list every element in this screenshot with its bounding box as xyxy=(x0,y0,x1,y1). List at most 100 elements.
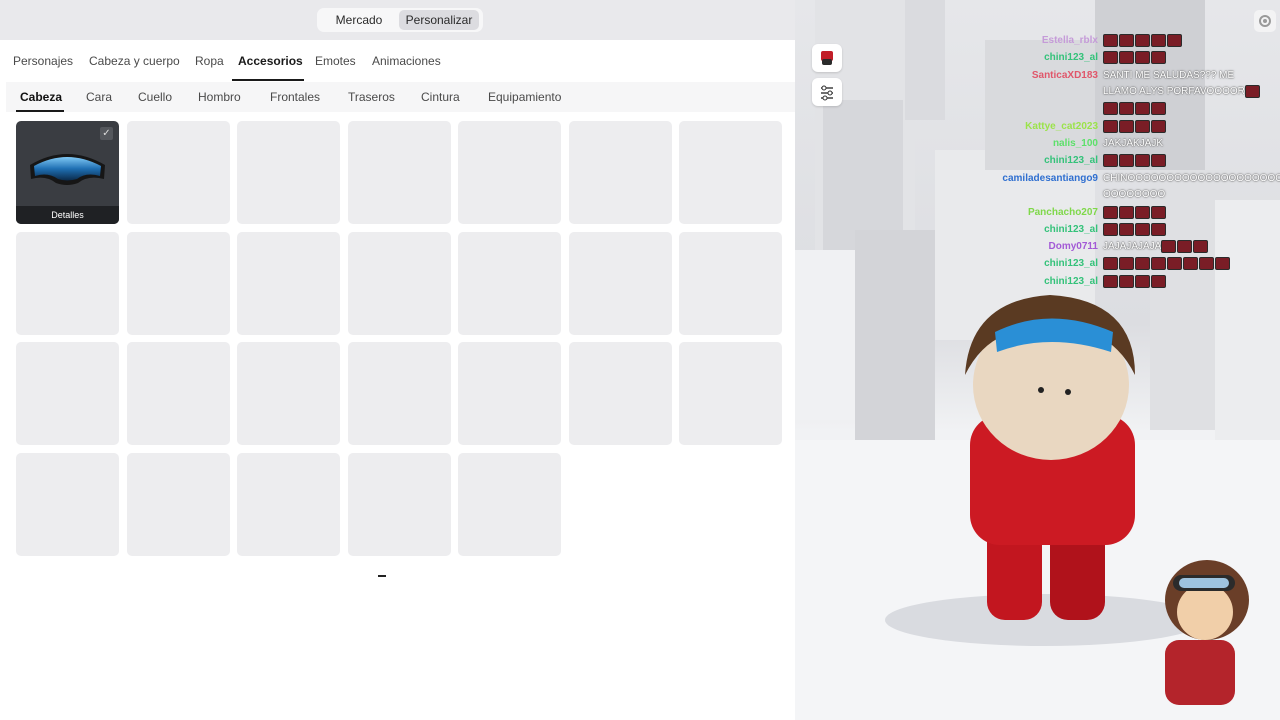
emote-icon xyxy=(1151,153,1166,167)
tab-accessories[interactable]: Accesorios xyxy=(238,54,303,68)
top-bar: Mercado Personalizar xyxy=(0,0,795,40)
avatar-viewport[interactable]: Estella_rblx chini123_al SanticaXD183 SANTI… xyxy=(795,0,1280,720)
subtab-shoulder[interactable]: Hombro xyxy=(198,90,241,104)
item-slot xyxy=(16,453,119,556)
emote-icon xyxy=(1119,274,1134,288)
chat-text xyxy=(1103,119,1167,135)
chat-username: nalis_100 xyxy=(1052,138,1098,149)
emote-icon xyxy=(1167,33,1182,47)
loading-indicator xyxy=(378,575,386,577)
sliders-icon xyxy=(821,85,833,101)
chat-message-text: LLAMO ALYS PORFAVOOOOR xyxy=(1103,86,1245,97)
emote-icon xyxy=(1135,33,1150,47)
item-slot xyxy=(127,121,230,224)
emote-icon xyxy=(1119,222,1134,236)
scene-backdrop xyxy=(795,0,1280,720)
subtab-front[interactable]: Frontales xyxy=(270,90,320,104)
mode-switch: Mercado Personalizar xyxy=(317,8,483,32)
emote-icon xyxy=(1199,256,1214,270)
item-slot xyxy=(679,342,782,445)
emote-icon xyxy=(1135,101,1150,115)
chat-message-text: JAKJAKJAJK xyxy=(1103,138,1164,149)
settings-button[interactable] xyxy=(1254,10,1276,32)
chat-text xyxy=(1103,101,1167,117)
item-slot xyxy=(569,232,672,335)
emote-icon xyxy=(1103,256,1118,270)
item-slot xyxy=(679,121,782,224)
emote-icon xyxy=(1151,119,1166,133)
emote-icon xyxy=(1103,274,1118,288)
emote-icon xyxy=(1151,222,1166,236)
subtab-gear[interactable]: Equipamiento xyxy=(488,90,561,104)
emote-icon xyxy=(1151,205,1166,219)
emote-icon xyxy=(1167,256,1182,270)
chat-username: chini123_al xyxy=(1044,155,1098,166)
emote-icon xyxy=(1177,239,1193,253)
chat-text xyxy=(1103,50,1167,66)
chat-username: chini123_al xyxy=(1044,224,1098,235)
customize-tab[interactable]: Personalizar xyxy=(399,10,479,30)
chat-username: chini123_al xyxy=(1044,258,1098,269)
item-card-goggles[interactable]: ✓ Detalles xyxy=(16,121,119,224)
chat-text: JAKJAKJAJK xyxy=(1103,136,1163,152)
emote-icon xyxy=(1151,50,1166,64)
emote-icon xyxy=(1151,33,1166,47)
view-settings-button[interactable] xyxy=(812,78,842,106)
chat-username: SanticaXD183 xyxy=(1031,70,1098,81)
subtab-face[interactable]: Cara xyxy=(86,90,112,104)
item-slot xyxy=(569,121,672,224)
chat-text xyxy=(1103,153,1167,169)
emote-icon xyxy=(1135,274,1150,288)
item-slot xyxy=(348,121,451,224)
emote-icon xyxy=(1103,153,1118,167)
item-slot xyxy=(127,232,230,335)
tab-animations[interactable]: Animaciones xyxy=(372,54,441,68)
chat-username: Kattye_cat2023 xyxy=(1025,121,1098,132)
emote-icon xyxy=(1119,205,1134,219)
emote-icon xyxy=(1244,84,1260,98)
subtab-head[interactable]: Cabeza xyxy=(20,90,62,104)
chat-text xyxy=(1103,222,1167,238)
emote-icon xyxy=(1135,256,1150,270)
active-subtab-indicator xyxy=(16,110,64,112)
chat-text: LLAMO ALYS PORFAVOOOOR xyxy=(1103,84,1261,100)
emote-icon xyxy=(1103,222,1118,236)
emote-icon xyxy=(1161,239,1177,253)
subtab-waist[interactable]: Cintura xyxy=(421,90,460,104)
item-slot xyxy=(458,342,561,445)
emote-icon xyxy=(1119,153,1134,167)
tab-clothing[interactable]: Ropa xyxy=(195,54,224,68)
emote-icon xyxy=(1103,101,1118,115)
chat-text: OOOOOOOO xyxy=(1103,187,1165,203)
item-slot xyxy=(16,232,119,335)
chat-text xyxy=(1103,274,1167,290)
item-slot xyxy=(348,453,451,556)
item-slot xyxy=(16,342,119,445)
emote-icon xyxy=(1193,239,1209,253)
market-tab[interactable]: Mercado xyxy=(319,10,399,30)
chat-username: Estella_rblx xyxy=(1041,35,1098,46)
item-slot xyxy=(237,121,340,224)
chat-text xyxy=(1103,205,1167,221)
tab-characters[interactable]: Personajes xyxy=(13,54,73,68)
avatar-head-icon xyxy=(821,51,833,65)
avatar-preview-button[interactable] xyxy=(812,44,842,72)
item-slot xyxy=(348,232,451,335)
item-slot xyxy=(237,453,340,556)
subtab-back[interactable]: Traseros xyxy=(348,90,395,104)
item-details-label[interactable]: Detalles xyxy=(16,206,119,224)
chat-username: chini123_al xyxy=(1044,52,1098,63)
subcategory-tabs: Cabeza Cara Cuello Hombro Frontales Tras… xyxy=(6,82,795,112)
item-slot xyxy=(237,232,340,335)
item-slot xyxy=(348,342,451,445)
tab-head-body[interactable]: Cabeza y cuerpo xyxy=(89,54,180,68)
chat-message-text: CHINOOOOOOOOOOOOOOOOOOOO xyxy=(1103,173,1280,184)
emote-icon xyxy=(1183,256,1198,270)
item-slot xyxy=(569,342,672,445)
tab-emotes[interactable]: Emotes xyxy=(315,54,356,68)
subtab-neck[interactable]: Cuello xyxy=(138,90,172,104)
chat-message-text: SANTI ME SALUDAS??? ME xyxy=(1103,70,1235,81)
emote-icon xyxy=(1119,50,1134,64)
chat-text: JAJAJAJAJA xyxy=(1103,239,1209,255)
emote-icon xyxy=(1135,153,1150,167)
